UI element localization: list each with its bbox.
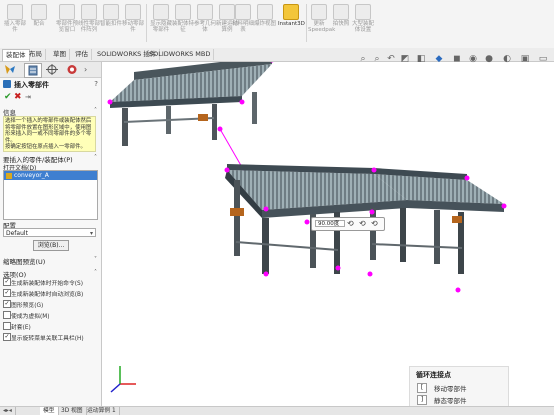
keep-visible-icon[interactable]: ⇥ [25,93,31,101]
large-assembly-button[interactable]: 大型装配体设置 [352,2,374,33]
insert-component-icon [3,80,11,88]
panel-header: 插入零部件 ? [3,80,98,90]
browse-button[interactable]: 浏览(B)... [33,240,69,251]
list-item[interactable]: conveyor_A [4,171,97,180]
more-tabs-icon[interactable]: › [84,63,100,76]
speedpak-button[interactable]: 更新Speedpak [308,2,335,33]
insert-component-button[interactable]: 插入零部件 [4,2,26,33]
help-icon[interactable]: ? [94,80,98,88]
speedpak-icon [311,4,327,20]
option-label: 生成新装配体时自动浏览(B) [11,292,84,298]
option-label: 图形预览(G) [11,303,44,309]
instant3d-icon [283,4,299,20]
config-select[interactable]: Default ▾ [3,228,96,237]
manager-tabs: › [0,62,101,78]
cycle-connection-popup: 循环连接点 [ 移动零部件 ] 静态零部件 [409,366,509,408]
option-checkbox[interactable]: ✓ [3,278,11,286]
angle-input[interactable]: 90.00度 [315,220,345,227]
tab-layout[interactable]: 布局 [26,49,46,60]
key-badge: ] [417,395,427,405]
assembly-feature-icon [175,4,191,20]
property-manager: › 插入零部件 ? ✔ ✖ ⇥ 信息 ˄ 选择一个插入的零部件或装配体然后将零部… [0,62,102,406]
chevron-up-icon[interactable]: ˄ [94,154,97,161]
camera-icon [333,4,349,20]
option-checkbox[interactable] [3,322,11,330]
upper-conveyor[interactable] [107,62,275,146]
preview-window-icon [59,4,75,20]
mate-button[interactable]: 配合 [28,2,50,27]
rotate-context-toolbar: 90.00度 ⟲ ⟲ ⟲ [311,217,385,231]
popup-item-static[interactable]: 静态零部件 [434,395,467,405]
move-component-button[interactable]: 移动零部件 [122,2,144,33]
chevron-down-icon: ▾ [89,230,93,237]
property-manager-tab[interactable] [24,63,42,78]
option-checkbox[interactable] [3,311,11,319]
exploded-view-button[interactable]: 爆炸视图 [254,2,276,27]
mate-icon [31,4,47,20]
exploded-view-icon [257,4,273,20]
command-manager-ribbon: 插入零部件 配合 零部件预览窗口 线性零部件阵列 智能扣件 移动零部件 显示隐藏… [0,0,554,49]
rotate-x-icon[interactable]: ⟲ [347,219,354,228]
reference-geometry-icon [197,4,213,20]
option-label: 生成新装配体时开始命令(S) [11,281,83,287]
option-checkbox[interactable]: ✓ [3,289,11,297]
axis-triad-icon [110,366,136,393]
option-label: 使成为虚拟(M) [11,314,50,320]
option-label: 封套(E) [11,325,31,331]
info-message: 选择一个插入的零部件或装配体然后将零部件放置在图形区域中，使用图形来插入同一或不… [3,116,96,152]
move-icon [125,4,141,20]
option-checkbox[interactable]: ✓ [3,300,11,308]
tab-sketch[interactable]: 草图 [50,49,70,60]
snapshot-button[interactable]: 拍快照 [330,2,352,27]
show-hidden-icon [153,4,169,20]
bom-icon [235,4,251,20]
popup-title: 循环连接点 [416,371,451,379]
option-checkbox[interactable]: ✓ [3,333,11,341]
open-documents-list[interactable]: conveyor_A [3,170,98,220]
display-manager-tab[interactable] [64,63,80,76]
rotate-y-icon[interactable]: ⟲ [359,219,366,228]
bom-button[interactable]: 材料明细表 [232,2,254,33]
key-badge: [ [417,383,427,393]
chevron-down-icon[interactable]: ˅ [94,256,97,263]
ok-button[interactable]: ✔ [4,92,12,102]
assembly-icon [6,172,12,179]
feature-manager-tab[interactable] [2,63,18,76]
thumbnail-preview-header: 缩略图预览(U) [3,258,46,266]
popup-item-move[interactable]: 移动零部件 [434,383,467,393]
reference-geometry-button[interactable]: 参考几何体 [194,2,216,33]
show-hidden-button[interactable]: 显示隐藏零部件 [150,2,172,33]
chevron-up-icon[interactable]: ˄ [94,269,97,276]
instant3d-button[interactable]: Instant3D [278,2,305,27]
component-preview-button[interactable]: 零部件预览窗口 [56,2,78,33]
tab-mbd[interactable]: SOLIDWORKS MBD [146,49,215,60]
assembly-features-button[interactable]: 装配体特征 [172,2,194,33]
option-label: 显示旋转菜单关联工具栏(H) [11,336,84,342]
ribbon-separator [306,4,307,42]
chevron-up-icon[interactable]: ˄ [94,107,97,114]
config-manager-tab[interactable] [44,63,60,76]
rotate-z-icon[interactable]: ⟲ [371,219,378,228]
insert-component-icon [7,4,23,20]
tab-evaluate[interactable]: 评估 [72,49,92,60]
smart-fasteners-button[interactable]: 智能扣件 [100,2,122,27]
linear-pattern-icon [81,4,97,20]
cancel-button[interactable]: ✖ [14,92,22,102]
graphics-area[interactable] [102,62,554,406]
panel-title: 插入零部件 [14,81,49,89]
large-assembly-icon [355,4,371,20]
ribbon-separator [146,4,147,42]
linear-pattern-button[interactable]: 线性零部件阵列 [78,2,100,33]
fastener-icon [103,4,119,20]
